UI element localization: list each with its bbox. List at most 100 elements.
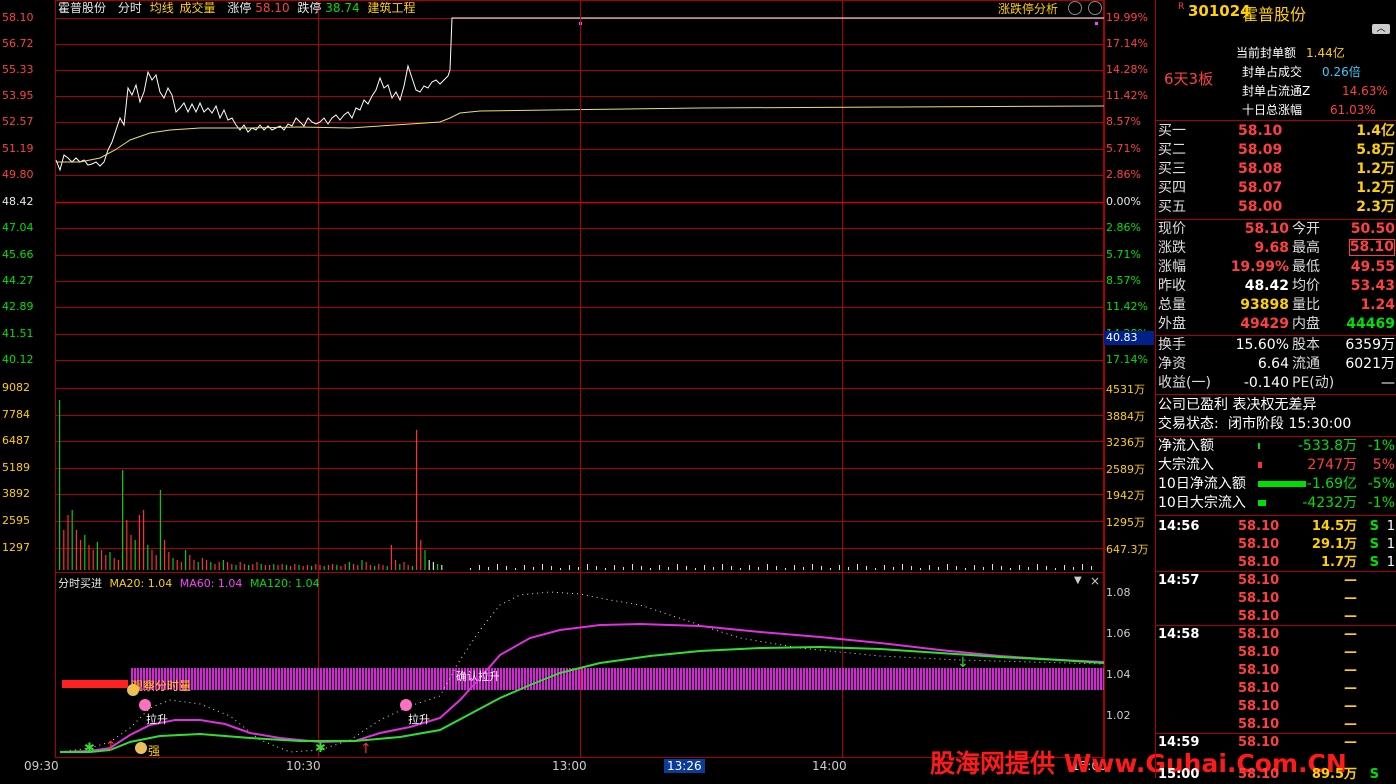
tick-row: 58.10— bbox=[1238, 591, 1357, 606]
avg-line-label[interactable]: 均线 bbox=[150, 1, 174, 15]
close-icon[interactable]: × bbox=[1090, 574, 1100, 588]
time-label: 14:00 bbox=[812, 759, 847, 773]
bid-row[interactable]: 买三 58.08 1.2万 bbox=[1156, 160, 1396, 179]
ma120-label: MA120: 1.04 bbox=[249, 577, 320, 590]
tick-row: 58.10— bbox=[1238, 645, 1357, 660]
tick-row: 58.10 29.1万 S 1 bbox=[1238, 537, 1395, 552]
tick-row: 58.10— bbox=[1238, 681, 1357, 696]
indicator-header: 分时买进 MA20: 1.04 MA60: 1.04 MA120: 1.04 bbox=[58, 575, 320, 591]
settings-button-icon[interactable] bbox=[1088, 1, 1102, 15]
annotation-confirm: 确认拉升 bbox=[456, 670, 500, 683]
seal-row: 十日总涨幅 61.03% bbox=[1242, 103, 1376, 117]
volume-axis-label: 2589万 bbox=[1106, 463, 1145, 476]
price-axis-label: 58.10 bbox=[2, 11, 34, 24]
volume-axis-label: 5189 bbox=[2, 461, 30, 474]
pct-axis-label: 2.86% bbox=[1106, 221, 1141, 234]
bid-row[interactable]: 买五 58.00 2.3万 bbox=[1156, 198, 1396, 217]
quote-row: 现价 58.10 今开 50.50 bbox=[1158, 221, 1395, 237]
down-star-icon: ✱ bbox=[84, 741, 95, 756]
balloon-icon bbox=[139, 699, 151, 711]
seal-row: 当前封单额 1.44亿 bbox=[1236, 46, 1345, 60]
r-badge-icon: R bbox=[1178, 2, 1185, 12]
tick-row: 14:57 58.10— bbox=[1158, 573, 1357, 588]
pct-axis-label: 0.00% bbox=[1106, 195, 1141, 208]
volume-axis-label: 3892 bbox=[2, 487, 30, 500]
cursor-price-tag: 40.83 bbox=[1104, 331, 1154, 345]
volume-axis-label: 3884万 bbox=[1106, 410, 1145, 423]
price-axis-label: 55.33 bbox=[2, 63, 34, 76]
quote-row: 昨收 48.42 均价 53.43 bbox=[1158, 278, 1395, 294]
volume-axis-label: 6487 bbox=[2, 434, 30, 447]
limit-analysis-button[interactable]: 涨跌停分析 bbox=[998, 0, 1058, 17]
price-axis-label: 45.66 bbox=[2, 248, 34, 261]
pct-axis-label: 17.14% bbox=[1106, 353, 1148, 366]
circle-button-icon[interactable] bbox=[1068, 1, 1082, 15]
quote-panel: R 301024 霍普股份 ︿ 6天3板 当前封单额 1.44亿 封单占成交 0.26… bbox=[1155, 0, 1396, 782]
price-axis-label: 53.95 bbox=[2, 89, 34, 102]
tick-row: 14:59 58.10— bbox=[1158, 735, 1357, 750]
indicator-axis-label: 1.04 bbox=[1106, 668, 1131, 681]
down-arrow-icon: ↓ bbox=[957, 655, 969, 671]
tick-row: 58.10 1.7万 S 1 bbox=[1156, 554, 1396, 572]
pct-axis-label: 14.28% bbox=[1106, 63, 1148, 76]
price-axis-label: 48.42 bbox=[2, 195, 34, 208]
bid-row[interactable]: 买一 58.10 1.4亿 bbox=[1156, 122, 1396, 141]
seal-row: 封单占流通Z 14.63% bbox=[1242, 84, 1388, 98]
volume-label[interactable]: 成交量 bbox=[180, 1, 216, 15]
indicator-axis-label: 1.08 bbox=[1106, 586, 1131, 599]
fund-flow-row: 净流入额 -533.8万 -1% bbox=[1158, 438, 1395, 454]
limit-down-label: 跌停 bbox=[297, 1, 322, 15]
volume-axis-label: 4531万 bbox=[1106, 383, 1145, 396]
volume-axis-label: 2595 bbox=[2, 514, 30, 527]
pct-axis-label: 19.99% bbox=[1106, 11, 1148, 24]
price-axis-label: 56.72 bbox=[2, 37, 34, 50]
tick-row: 14:56 58.10 14.5万 S 1 bbox=[1158, 519, 1395, 534]
stats-row: 收益(一) -0.140 PE(动) — bbox=[1158, 375, 1395, 391]
quote-row: 外盘 49429 内盘 44469 bbox=[1158, 316, 1395, 332]
volume-axis-label: 7784 bbox=[2, 408, 30, 421]
pct-axis-label: 17.14% bbox=[1106, 37, 1148, 50]
price-axis-label: 52.57 bbox=[2, 115, 34, 128]
volume-axis-label: 9082 bbox=[2, 381, 30, 394]
tick-row: 15:00 58.10 89.5万 S bbox=[1158, 767, 1379, 782]
tick-row: 58.10— bbox=[1238, 699, 1357, 714]
collapse-chevron-icon[interactable]: ︿ bbox=[1372, 24, 1390, 34]
sector-label[interactable]: 建筑工程 bbox=[367, 1, 415, 15]
price-axis-label: 41.51 bbox=[2, 327, 34, 340]
seal-row: 封单占成交 0.26倍 bbox=[1242, 65, 1361, 79]
bid-row[interactable]: 买二 58.09 5.8万 bbox=[1156, 141, 1396, 160]
chevron-down-icon[interactable]: ▼ bbox=[1074, 575, 1082, 586]
trade-status: 交易状态: 闭市阶段 15:30:00 bbox=[1158, 416, 1352, 432]
price-axis-label: 51.19 bbox=[2, 142, 34, 155]
volume-axis-label: 647.3万 bbox=[1106, 543, 1149, 556]
bid-row[interactable]: 买四 58.07 1.2万 bbox=[1156, 179, 1396, 198]
pct-axis-label: 5.71% bbox=[1106, 142, 1141, 155]
fund-flow-row: 10日大宗流入 -4232万 -1% bbox=[1158, 495, 1395, 511]
pct-axis-label: 8.57% bbox=[1106, 274, 1141, 287]
indicator-name[interactable]: 分时买进 bbox=[58, 577, 102, 590]
limit-up-label: 涨停 bbox=[227, 1, 252, 15]
tick-row: 14:58 58.10— bbox=[1158, 627, 1357, 642]
mode-label[interactable]: 分时 bbox=[118, 1, 142, 15]
price-axis-label: 42.89 bbox=[2, 300, 34, 313]
stats-row: 换手 15.60% 股本 6359万 bbox=[1158, 337, 1395, 353]
chart-canvas[interactable]: ↑ ↑ ✱ ✱ ↓ bbox=[0, 0, 1155, 778]
profit-note: 公司已盈利 表决权无差异 bbox=[1158, 397, 1317, 413]
ma-green-line bbox=[60, 645, 1105, 753]
indicator-axis-label: 1.06 bbox=[1106, 627, 1131, 640]
volume-axis-label: 1297 bbox=[2, 541, 30, 554]
pct-axis-label: 5.71% bbox=[1106, 248, 1141, 261]
price-axis-label: 47.04 bbox=[2, 221, 34, 234]
annotation-pull-up: 拉升 bbox=[408, 713, 430, 726]
stock-title: 霍普股份 bbox=[1242, 5, 1307, 24]
tick-row: 58.10— bbox=[1156, 608, 1396, 626]
time-cursor-label: 13:26 bbox=[664, 759, 705, 773]
stats-row: 净资 6.64 流通 6021万 bbox=[1158, 356, 1395, 372]
money-bag-icon bbox=[135, 742, 147, 754]
annotation-observe: 观察分时量 bbox=[131, 679, 192, 693]
pct-axis-label: 11.42% bbox=[1106, 89, 1148, 102]
price-axis-label: 44.27 bbox=[2, 274, 34, 287]
stock-name: 霍普股份 bbox=[58, 1, 107, 15]
ma60-label: MA60: 1.04 bbox=[179, 577, 243, 590]
volume-axis-label: 1295万 bbox=[1106, 516, 1145, 529]
